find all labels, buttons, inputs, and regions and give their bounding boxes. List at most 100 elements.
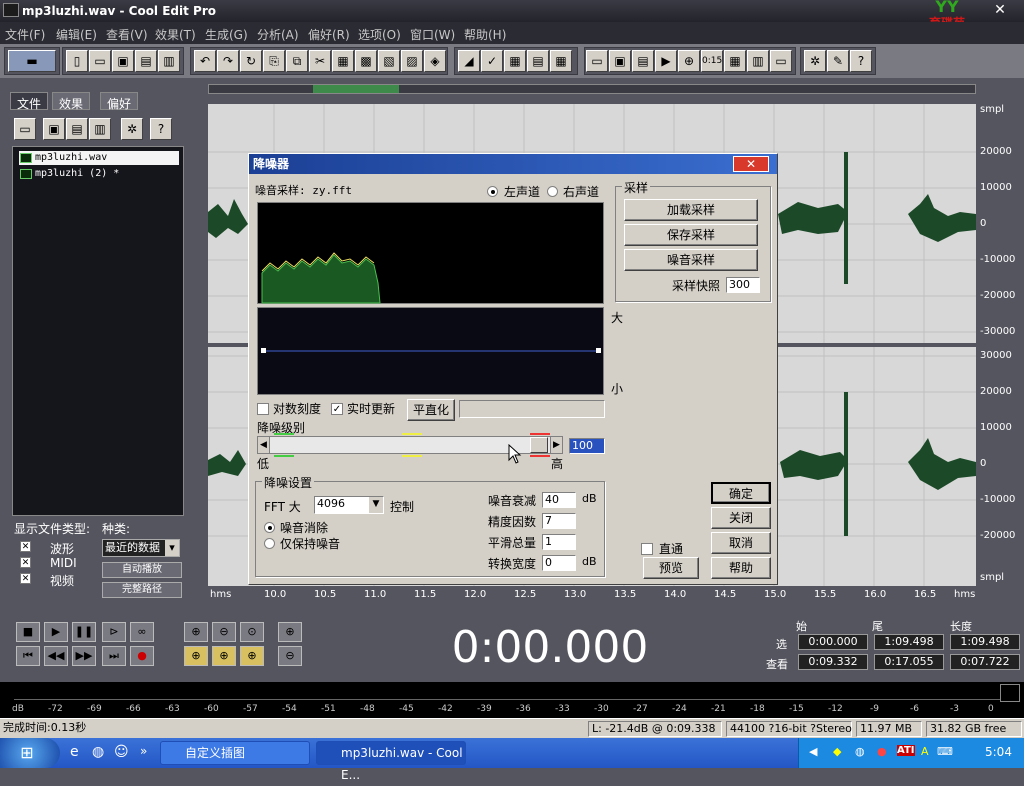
zoom-full-icon[interactable]: ⊙ xyxy=(240,622,264,642)
task-folder[interactable]: 自定义插图 xyxy=(160,741,310,765)
save-all-icon[interactable]: ▥ xyxy=(158,50,180,72)
spectral-view-icon[interactable]: ▤ xyxy=(527,50,549,72)
pause-icon[interactable]: ❚❚ xyxy=(72,622,96,642)
rewind-icon[interactable]: ◀◀ xyxy=(44,646,68,666)
play-to-end-icon[interactable]: ⊳ xyxy=(102,622,126,642)
menu-edit[interactable]: 编辑(E) xyxy=(56,26,97,43)
quicklaunch-icon[interactable]: ◍ xyxy=(92,744,104,760)
multitrack-toggle-icon[interactable]: ▬ xyxy=(8,50,56,72)
window-cascade-icon[interactable]: ▣ xyxy=(609,50,631,72)
open-folder-icon[interactable]: ▭ xyxy=(14,118,36,140)
loop-icon[interactable]: ∞ xyxy=(130,622,154,642)
reduction-curve-graph[interactable] xyxy=(257,307,604,395)
type-video-checkbox[interactable]: ✕ xyxy=(20,573,31,584)
cancel-button[interactable]: 取消 xyxy=(711,532,771,554)
zoom-selection-icon[interactable]: ⊕ xyxy=(184,646,208,666)
panel-settings-icon[interactable]: ✲ xyxy=(121,118,143,140)
tray-shield-icon[interactable]: ◆ xyxy=(833,745,841,758)
insert-icon[interactable]: ▤ xyxy=(66,118,88,140)
window-arrange-icon[interactable]: ▤ xyxy=(632,50,654,72)
menu-help[interactable]: 帮助(H) xyxy=(464,26,506,43)
level-meter-icon[interactable]: ▥ xyxy=(747,50,769,72)
stop-icon[interactable]: ■ xyxy=(16,622,40,642)
close-icon[interactable]: ✕ xyxy=(992,2,1008,18)
play-icon[interactable]: ▶ xyxy=(44,622,68,642)
menu-options[interactable]: 选项(O) xyxy=(358,26,401,43)
log-scale-checkbox[interactable] xyxy=(257,403,269,415)
redo-icon[interactable]: ↷ xyxy=(217,50,239,72)
noise-sample-button[interactable]: 噪音采样 xyxy=(624,249,758,271)
tab-files[interactable]: 文件 xyxy=(10,92,49,111)
messenger-icon[interactable]: ☺ xyxy=(114,744,129,760)
selection-length[interactable]: 1:09.498 xyxy=(950,634,1020,650)
panel-help-icon[interactable]: ? xyxy=(150,118,172,140)
view-end[interactable]: 0:17.055 xyxy=(874,654,944,670)
more-icon[interactable]: » xyxy=(140,744,147,758)
type-waveform-checkbox[interactable]: ✕ xyxy=(20,541,31,552)
spectral-icon[interactable]: ✓ xyxy=(481,50,503,72)
transition-input[interactable]: 0 xyxy=(542,555,576,571)
fft-size-select[interactable]: 4096 ▼ xyxy=(314,496,384,514)
status-bar-icon[interactable]: ▭ xyxy=(770,50,792,72)
remove-noise-radio[interactable] xyxy=(264,522,275,533)
auto-play-button[interactable]: 自动播放 xyxy=(102,562,182,578)
load-sample-button[interactable]: 加载采样 xyxy=(624,199,758,221)
selection-start[interactable]: 0:00.000 xyxy=(798,634,868,650)
type-midi-checkbox[interactable]: ✕ xyxy=(20,557,31,568)
preview-button[interactable]: 预览 xyxy=(643,557,699,579)
menu-file[interactable]: 文件(F) xyxy=(5,26,45,43)
start-button[interactable]: ⊞ xyxy=(0,738,60,768)
close-file-icon[interactable]: ▥ xyxy=(89,118,111,140)
realtime-checkbox[interactable]: ✓ xyxy=(331,403,343,415)
undo-icon[interactable]: ↶ xyxy=(194,50,216,72)
menu-generate[interactable]: 生成(G) xyxy=(205,26,248,43)
zoom-left-icon[interactable]: ⊕ xyxy=(212,646,236,666)
settings-icon[interactable]: ✲ xyxy=(804,50,826,72)
smoothing-input[interactable]: 1 xyxy=(542,534,576,550)
slider-right-icon[interactable]: ▶ xyxy=(550,437,562,453)
help-button[interactable]: 帮助 xyxy=(711,557,771,579)
keep-noise-radio[interactable] xyxy=(264,538,275,549)
repeat-icon[interactable]: ↻ xyxy=(240,50,262,72)
open-file-icon[interactable]: ▭ xyxy=(89,50,111,72)
attenuation-input[interactable]: 40 xyxy=(542,492,576,508)
left-channel-radio[interactable] xyxy=(487,186,498,197)
cut-icon[interactable]: ✂ xyxy=(309,50,331,72)
flatten-button[interactable]: 平直化 xyxy=(407,399,455,421)
close-button[interactable]: 关闭 xyxy=(711,507,771,529)
task-cool-edit[interactable]: mp3luzhi.wav - Cool E... xyxy=(316,741,466,782)
envelope-icon[interactable]: ◢ xyxy=(458,50,480,72)
menu-preferences[interactable]: 偏好(R) xyxy=(308,26,350,43)
go-start-icon[interactable]: ⏮ xyxy=(16,646,40,666)
tab-effects[interactable]: 效果 xyxy=(52,92,91,111)
go-end-icon[interactable]: ⏭ xyxy=(102,646,126,666)
kind-select[interactable]: 最近的数据 ▾ xyxy=(102,539,180,557)
menu-analyze[interactable]: 分析(A) xyxy=(257,26,299,43)
menu-effects[interactable]: 效果(T) xyxy=(155,26,196,43)
grid-view-icon[interactable]: ▦ xyxy=(550,50,572,72)
copy-icon[interactable]: ⎘ xyxy=(263,50,285,72)
help-icon[interactable]: ? xyxy=(850,50,872,72)
list-item[interactable]: mp3luzhi.wav xyxy=(19,151,179,165)
open-file-panel-icon[interactable]: ▣ xyxy=(43,118,65,140)
full-path-button[interactable]: 完整路径 xyxy=(102,582,182,598)
slider-thumb[interactable] xyxy=(530,437,548,453)
mix-paste-icon[interactable]: ▧ xyxy=(378,50,400,72)
right-channel-radio[interactable] xyxy=(547,186,558,197)
zoom-in-icon[interactable]: ⊕ xyxy=(184,622,208,642)
zoom-out-vertical-icon[interactable]: ⊖ xyxy=(278,646,302,666)
zoom-out-icon[interactable]: ⊖ xyxy=(212,622,236,642)
bypass-checkbox[interactable] xyxy=(641,543,653,555)
play-tool-icon[interactable]: ▶ xyxy=(655,50,677,72)
view-start[interactable]: 0:09.332 xyxy=(798,654,868,670)
tray-network-icon[interactable]: ◀ xyxy=(809,745,817,758)
precision-input[interactable]: 7 xyxy=(542,513,576,529)
tray-ime-icon[interactable]: ⌨ xyxy=(937,745,953,758)
forward-icon[interactable]: ▶▶ xyxy=(72,646,96,666)
paste-new-icon[interactable]: ▩ xyxy=(355,50,377,72)
zoom-in-vertical-icon[interactable]: ⊕ xyxy=(278,622,302,642)
waveform-view-icon[interactable]: ▦ xyxy=(504,50,526,72)
zoom-tool-icon[interactable]: ⊕ xyxy=(678,50,700,72)
save-as-icon[interactable]: ▤ xyxy=(135,50,157,72)
list-item[interactable]: mp3luzhi (2) * xyxy=(19,167,119,181)
